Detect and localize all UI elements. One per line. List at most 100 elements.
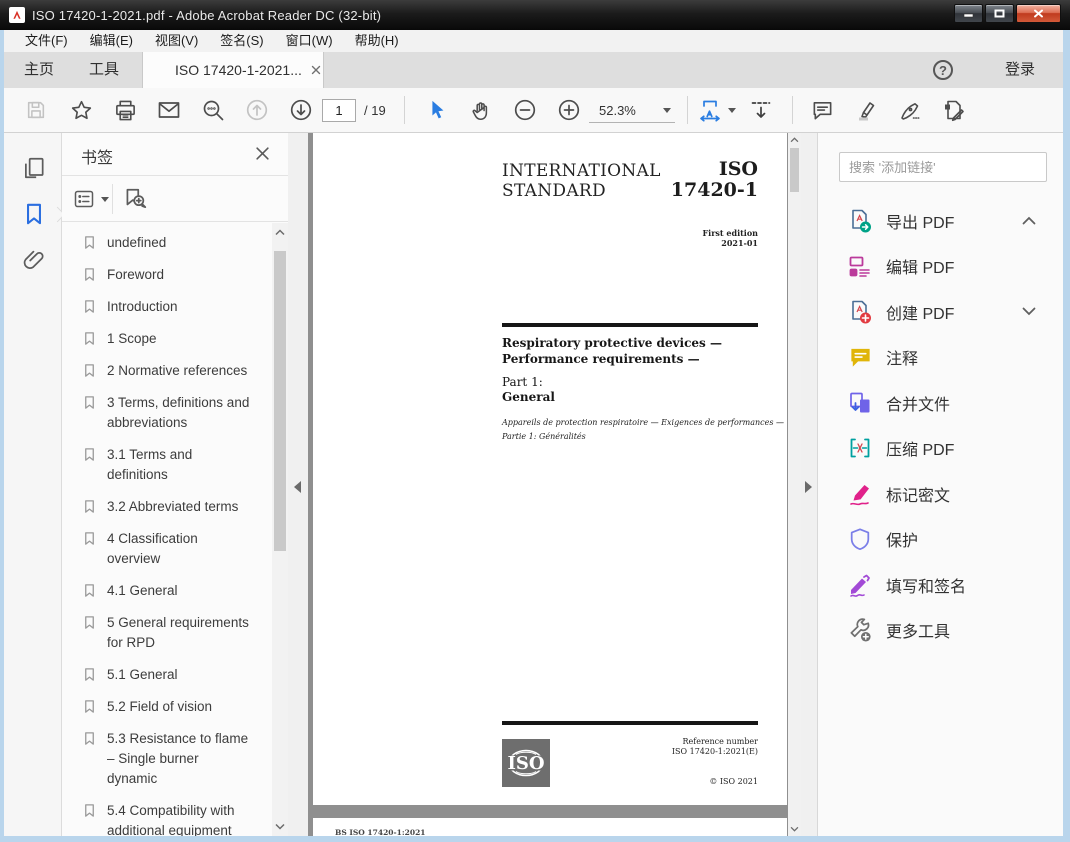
window-border-left (0, 30, 4, 836)
bookmark-icon (82, 729, 98, 789)
expand-current-bookmark-icon[interactable] (122, 186, 148, 212)
window-border-right (1063, 30, 1070, 836)
bookmark-item[interactable]: 5 General requirements for RPD (82, 613, 272, 653)
tool-redact[interactable]: 标记密文 (818, 471, 1064, 517)
menu-help[interactable]: 帮助(H) (344, 30, 410, 52)
comment-icon[interactable] (810, 98, 834, 122)
menu-sign[interactable]: 签名(S) (209, 30, 274, 52)
bookmarks-list: undefined Foreword Introduction 1 Scope … (82, 233, 272, 836)
sign-pen-icon[interactable] (898, 98, 922, 122)
tool-create-pdf[interactable]: 创建 PDF (818, 289, 1064, 335)
tool-comment[interactable]: 注释 (818, 335, 1064, 381)
pdf-page-1: INTERNATIONAL STANDARD ISO 17420-1 First… (313, 133, 787, 805)
tool-edit-pdf[interactable]: 编辑 PDF (818, 244, 1064, 290)
email-icon[interactable] (157, 98, 181, 122)
footer-rule (502, 721, 758, 725)
next-page-icon[interactable] (289, 98, 313, 122)
tool-more-tools[interactable]: 更多工具 (818, 608, 1064, 654)
tab-tools[interactable]: 工具 (89, 52, 119, 88)
chevron-up-icon[interactable] (1022, 216, 1036, 225)
menu-edit[interactable]: 编辑(E) (79, 30, 144, 52)
tools-search-input[interactable] (839, 152, 1047, 182)
tool-combine-files[interactable]: 合并文件 (818, 380, 1064, 426)
fit-width-icon[interactable] (698, 98, 722, 122)
bookmarks-close-icon[interactable] (255, 146, 270, 161)
zoom-level-dropdown[interactable]: 52.3% (589, 99, 675, 123)
scroll-down-icon[interactable] (788, 826, 801, 832)
bookmark-item[interactable]: 5.2 Field of vision (82, 697, 272, 717)
scroll-up-icon[interactable] (788, 137, 801, 143)
bookmark-item[interactable]: 1 Scope (82, 329, 272, 349)
save-icon (24, 98, 48, 122)
bookmarks-scrollbar[interactable] (272, 223, 288, 836)
tool-export-pdf[interactable]: 导出 PDF (818, 198, 1064, 244)
french-title: Appareils de protection respiratoire — E… (502, 418, 784, 441)
bookmark-icon (82, 613, 98, 653)
fit-options-chevron-icon[interactable] (728, 108, 736, 113)
bookmark-item[interactable]: 3.2 Abbreviated terms (82, 497, 272, 517)
tab-document[interactable]: ISO 17420-1-2021... (142, 52, 324, 88)
bookmark-icon (82, 529, 98, 569)
zoom-out-icon[interactable] (513, 98, 537, 122)
bookmark-item[interactable]: undefined (82, 233, 272, 253)
bookmark-item[interactable]: 3 Terms, definitions and abbreviations (82, 393, 272, 433)
tab-close-icon[interactable] (311, 65, 321, 75)
scrollbar-thumb[interactable] (274, 251, 286, 551)
bookmark-item[interactable]: Introduction (82, 297, 272, 317)
tab-home[interactable]: 主页 (24, 52, 54, 88)
bookmark-item[interactable]: 5.3 Resistance to flame – Single burner … (82, 729, 272, 789)
bookmark-item[interactable]: 3.1 Terms and definitions (82, 445, 272, 485)
bookmark-icon (82, 361, 98, 381)
highlight-icon[interactable] (854, 98, 878, 122)
document-scrollbar[interactable] (788, 133, 801, 836)
bookmark-icon (82, 665, 98, 685)
bookmarks-panel-icon[interactable] (21, 201, 47, 227)
tool-protect[interactable]: 保护 (818, 517, 1064, 563)
bookmark-item[interactable]: 4.1 General (82, 581, 272, 601)
scrollbar-thumb[interactable] (790, 148, 799, 192)
scroll-down-icon[interactable] (272, 823, 288, 830)
left-nav-strip (4, 133, 62, 836)
bookmark-options-icon[interactable] (72, 187, 109, 211)
find-icon[interactable] (201, 98, 225, 122)
main-toolbar: / 19 52.3% (4, 88, 1063, 133)
minimize-button[interactable] (954, 4, 983, 23)
scroll-mode-icon[interactable] (749, 98, 773, 122)
attachments-icon[interactable] (21, 247, 47, 273)
bookmarks-panel-title: 书签 (81, 150, 114, 167)
bookmarks-panel: 书签 undefined Foreword Introduction 1 Sco… (62, 133, 288, 836)
document-area[interactable]: INTERNATIONAL STANDARD ISO 17420-1 First… (308, 133, 788, 836)
sign-in-button[interactable]: 登录 (1005, 52, 1035, 88)
page2-header: BS ISO 17420-1:2021 (335, 828, 426, 836)
scroll-up-icon[interactable] (272, 229, 288, 236)
create-pdf-icon (847, 299, 873, 325)
selection-tool-icon[interactable] (425, 98, 449, 122)
tools-panel: 导出 PDF 编辑 PDF 创建 PDF 注释 (817, 133, 1063, 836)
print-icon[interactable] (113, 98, 137, 122)
menu-view[interactable]: 视图(V) (144, 30, 209, 52)
tool-fill-sign[interactable]: 填写和签名 (818, 562, 1064, 608)
bookmark-item[interactable]: 5.4 Compatibility with additional equipm… (82, 801, 272, 836)
menu-window[interactable]: 窗口(W) (275, 30, 344, 52)
collapse-left-arrow-icon[interactable] (294, 481, 301, 493)
bookmark-item[interactable]: Foreword (82, 265, 272, 285)
zoom-in-icon[interactable] (557, 98, 581, 122)
bookmark-item[interactable]: 2 Normative references (82, 361, 272, 381)
page-thumbnails-icon[interactable] (21, 155, 47, 181)
protect-shield-icon (847, 526, 873, 552)
close-button[interactable] (1016, 4, 1061, 23)
star-icon[interactable] (69, 98, 93, 122)
tool-label: 填写和签名 (886, 578, 967, 596)
bookmark-item[interactable]: 4 Classification overview (82, 529, 272, 569)
menu-file[interactable]: 文件(F) (14, 30, 79, 52)
fill-sign-icon[interactable] (942, 98, 966, 122)
chevron-down-icon[interactable] (1022, 307, 1036, 316)
hand-tool-icon[interactable] (469, 98, 493, 122)
maximize-button[interactable] (985, 4, 1014, 23)
help-icon[interactable]: ? (933, 60, 953, 80)
bookmark-item[interactable]: 5.1 General (82, 665, 272, 685)
collapse-right-arrow-icon[interactable] (805, 481, 812, 493)
tool-compress-pdf[interactable]: 压缩 PDF (818, 426, 1064, 472)
page-number-input[interactable] (322, 99, 356, 122)
document-title: Respiratory protective devices — Perform… (502, 336, 722, 366)
